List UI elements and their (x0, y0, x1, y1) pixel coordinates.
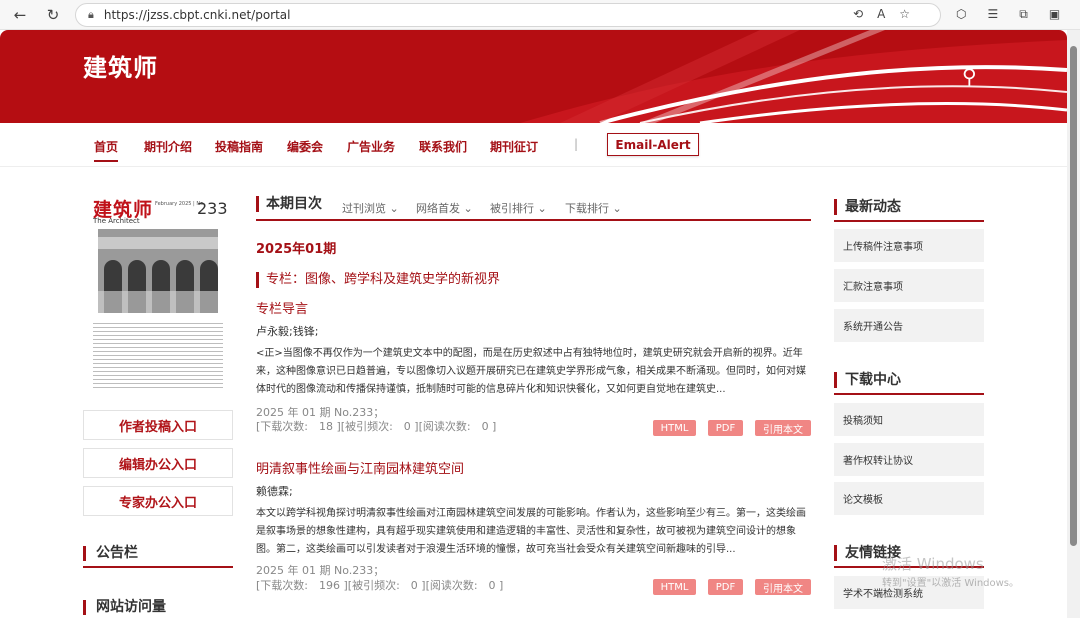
download-center-heading: 下载中心 (834, 372, 984, 388)
author-submission-button[interactable]: 作者投稿入口 (83, 410, 233, 440)
nav-subscription[interactable]: 期刊征订 (490, 138, 538, 155)
news-heading-underline (834, 220, 984, 222)
favorites-icon[interactable]: ☰ (987, 7, 998, 22)
html-button[interactable]: HTML (653, 579, 696, 595)
toc-underline (256, 219, 811, 221)
nav-advertising[interactable]: 广告业务 (347, 138, 395, 155)
extensions-icon[interactable]: ⬡ (956, 7, 966, 22)
news-item[interactable]: 汇款注意事项 (834, 269, 984, 302)
cite-button[interactable]: 引用本文 (755, 420, 811, 436)
article-title[interactable]: 明清叙事性绘画与江南园林建筑空间 (256, 458, 464, 477)
pdf-button[interactable]: PDF (708, 420, 743, 436)
tab-download-ranking[interactable]: 下载排行 ⌄ (565, 200, 622, 216)
news-item[interactable]: 上传稿件注意事项 (834, 229, 984, 262)
browser-toolbar: ← ↻ 🔒︎ https://jzss.cbpt.cnki.net/portal… (0, 0, 1080, 30)
lock-icon: 🔒︎ (88, 8, 94, 21)
tab-online-first[interactable]: 网络首发 ⌄ (416, 200, 473, 216)
html-button[interactable]: HTML (653, 420, 696, 436)
article-title[interactable]: 专栏导言 (256, 298, 308, 317)
editor-office-button[interactable]: 编辑办公入口 (83, 448, 233, 478)
windows-watermark-subtitle: 转到"设置"以激活 Windows。 (882, 578, 1020, 589)
main-nav: 首页 期刊介绍 投稿指南 编委会 广告业务 联系我们 期刊征订 | (0, 123, 1067, 167)
nav-editorial-board[interactable]: 编委会 (287, 138, 323, 155)
site-banner: 建筑师 ⚲ (0, 30, 1067, 123)
address-bar[interactable]: 🔒︎ https://jzss.cbpt.cnki.net/portal (75, 3, 941, 27)
tab-citation-ranking[interactable]: 被引排行 ⌄ (490, 200, 547, 216)
article-abstract: 本文以跨学科视角探讨明清叙事性绘画对江南园林建筑空间发展的可能影响。作者认为，这… (256, 508, 806, 555)
article-authors: 赖德霖; (256, 485, 293, 498)
notice-heading-underline (83, 566, 233, 568)
tab-past-issues[interactable]: 过刊浏览 ⌄ (342, 200, 399, 216)
download-item[interactable]: 投稿须知 (834, 403, 984, 436)
article-stats: [下载次数: 18 ][被引频次: 0 ][阅读次数: 0 ] (256, 420, 497, 433)
favorite-star-icon[interactable]: ☆ (899, 7, 910, 21)
article-issue-meta: 2025 年 01 期 No.233； (256, 564, 385, 577)
nav-contact[interactable]: 联系我们 (419, 138, 467, 155)
nav-separator: | (574, 137, 579, 151)
cover-subtitle: The Architect (93, 217, 140, 225)
search-icon[interactable]: ⚲ (962, 64, 977, 88)
column-heading: 专栏：图像、跨学科及建筑史学的新视界 (256, 272, 500, 288)
translate-icon[interactable]: ⟲ (853, 7, 863, 21)
collections-icon[interactable]: ⧉ (1019, 7, 1028, 22)
notice-board-heading: 公告栏 (83, 546, 233, 561)
email-alert-button[interactable]: Email-Alert (607, 133, 699, 156)
article-authors: 卢永毅;钱锋; (256, 325, 319, 338)
sidebar-icon[interactable]: ▣ (1049, 7, 1060, 22)
cite-button[interactable]: 引用本文 (755, 579, 811, 595)
expert-office-button[interactable]: 专家办公入口 (83, 486, 233, 516)
refresh-icon[interactable]: ↻ (42, 4, 64, 26)
nav-home[interactable]: 首页 (94, 138, 119, 162)
scroll-thumb[interactable] (1070, 46, 1077, 546)
cover-arches-illustration (98, 229, 218, 313)
read-aloud-icon[interactable]: A (877, 7, 885, 21)
pdf-button[interactable]: PDF (708, 579, 743, 595)
windows-watermark-title: 激活 Windows (882, 555, 984, 573)
cover-image (98, 229, 218, 313)
download-heading-underline (834, 393, 984, 395)
download-item[interactable]: 论文模板 (834, 482, 984, 515)
page-scrollbar[interactable] (1067, 30, 1080, 618)
visits-heading: 网站访问量 (83, 600, 233, 615)
news-item[interactable]: 系统开通公告 (834, 309, 984, 342)
article-abstract: <正>当图像不再仅作为一个建筑史文本中的配图，而是在历史叙述中占有独特地位时，建… (256, 348, 806, 395)
nav-submission-guide[interactable]: 投稿指南 (215, 138, 263, 155)
issue-label: 2025年01期 (256, 242, 337, 257)
article-stats: [下载次数: 196 ][被引频次: 0 ][阅读次数: 0 ] (256, 579, 504, 592)
banner-swoosh (520, 30, 1067, 123)
url-text: https://jzss.cbpt.cnki.net/portal (103, 8, 291, 22)
nav-journal-intro[interactable]: 期刊介绍 (144, 138, 192, 155)
cover-issue: 233 (197, 199, 228, 218)
back-icon[interactable]: ← (9, 4, 31, 26)
journal-cover[interactable]: 建筑师 The Architect February 2025 | No. 23… (93, 195, 228, 390)
news-heading: 最新动态 (834, 199, 984, 215)
site-title: 建筑师 (83, 54, 158, 82)
download-item[interactable]: 著作权转让协议 (834, 443, 984, 476)
cover-text-block (93, 320, 223, 390)
toc-heading: 本期目次 (256, 196, 322, 212)
